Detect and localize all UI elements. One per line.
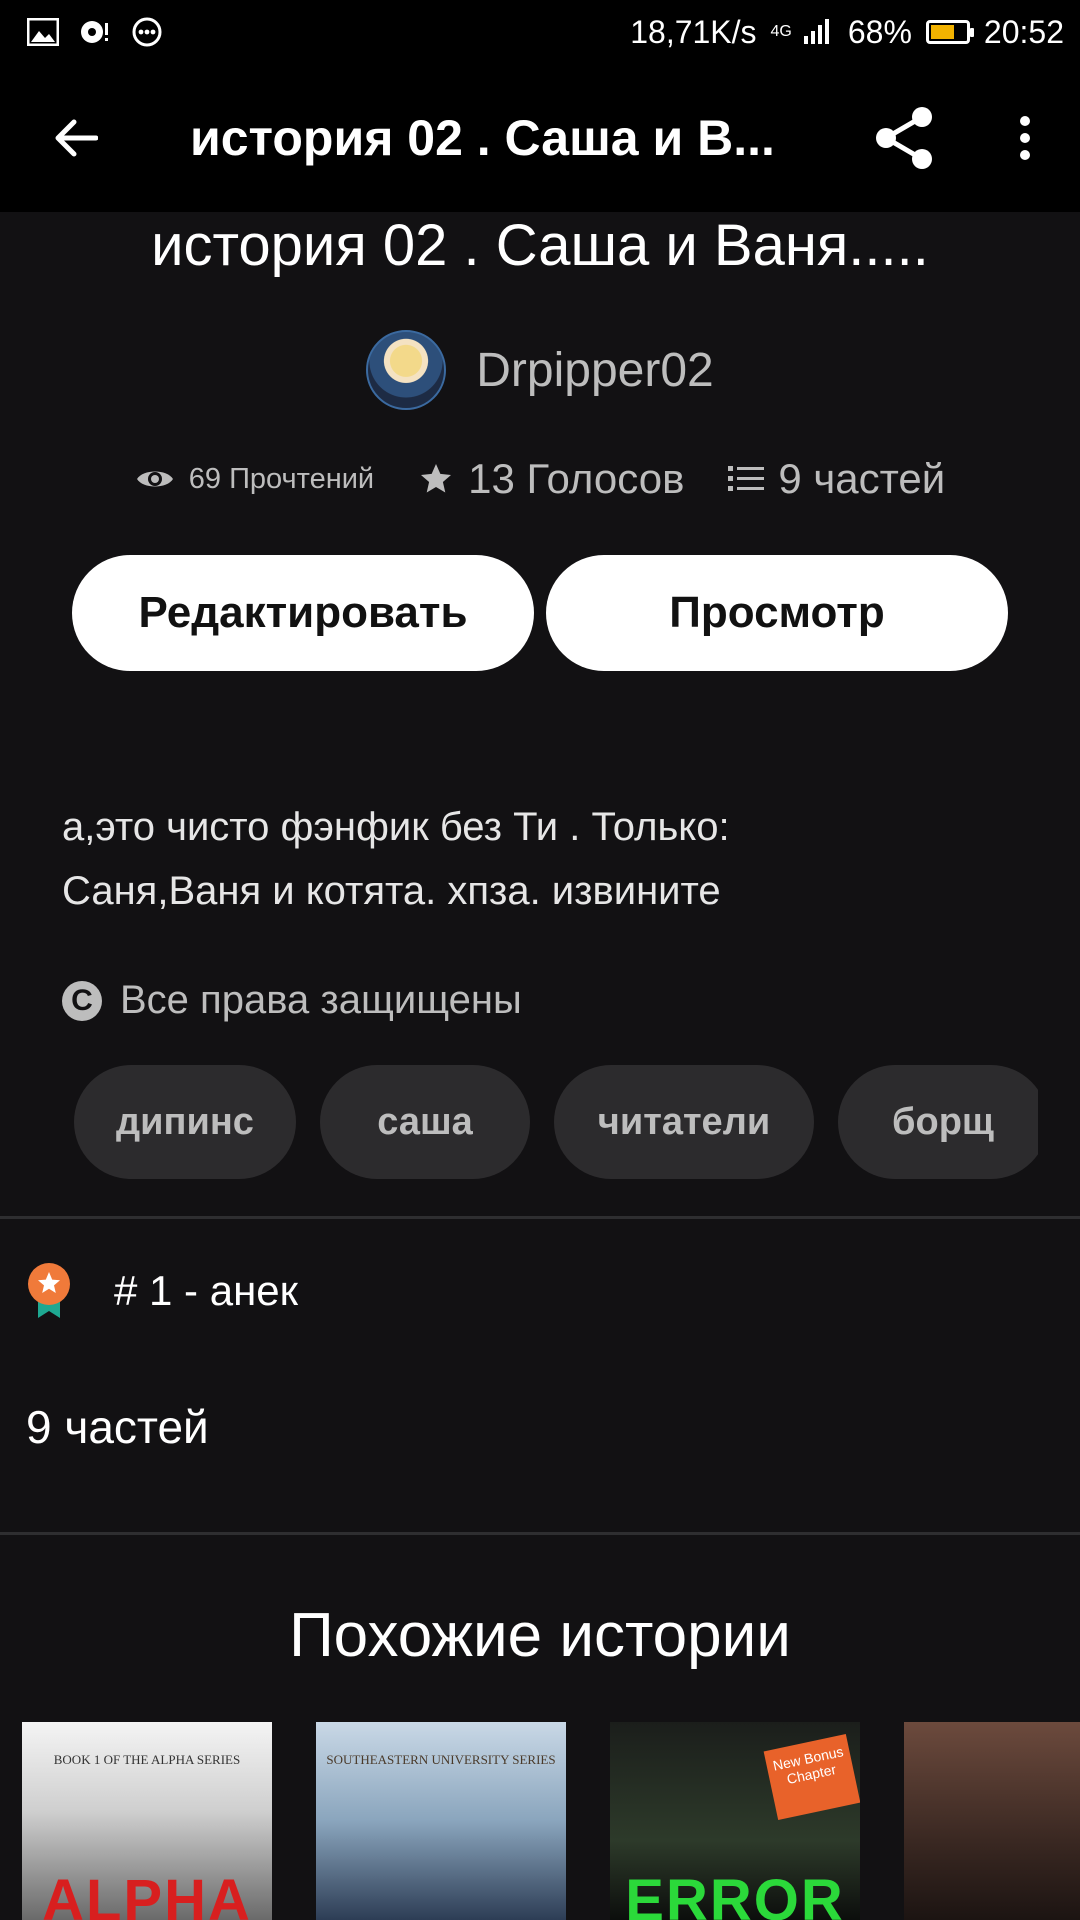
tag-chip[interactable]: борщ xyxy=(838,1065,1038,1179)
view-button[interactable]: Просмотр xyxy=(546,555,1008,671)
bonus-chapter-badge: New Bonus Chapter xyxy=(763,1734,860,1820)
parts-count[interactable]: 9 частей xyxy=(26,1400,209,1454)
status-bar: 18,71K/s 4G 68% 20:52 xyxy=(0,0,1080,64)
votes-count: 13 Голосов xyxy=(468,455,685,502)
similar-stories-list: BOOK 1 OF THE ALPHA SERIES ALPHA SOUTHEA… xyxy=(22,1722,1080,1920)
battery-percent: 68% xyxy=(847,13,912,50)
cover-series-text: SOUTHEASTERN UNIVERSITY SERIES xyxy=(326,1752,556,1767)
network-type: 4G xyxy=(770,23,792,40)
author-row[interactable]: Drpipper02 xyxy=(0,330,1080,410)
reads-stat: 69 Прочтений xyxy=(135,463,374,496)
avatar[interactable] xyxy=(366,330,447,410)
tag-chip[interactable]: читатели xyxy=(554,1065,814,1179)
chat-icon xyxy=(130,17,164,47)
tag-list: дипинс саша читатели борщ xyxy=(74,1065,1038,1179)
reads-count: 69 Прочтений xyxy=(188,462,375,495)
cover-title-text: ERROR xyxy=(625,1868,845,1920)
story-cover[interactable]: BOOK 1 OF THE ALPHA SERIES ALPHA xyxy=(22,1722,272,1920)
clock: 20:52 xyxy=(983,13,1064,50)
signal-icon xyxy=(800,17,834,47)
share-button[interactable] xyxy=(840,64,970,212)
app-bar: история 02 . Саша и В... xyxy=(0,64,1080,212)
parts-stat-count[interactable]: 9 частей xyxy=(778,455,945,503)
status-left xyxy=(26,17,164,47)
more-vertical-icon xyxy=(1020,116,1030,160)
votes-stat: 13 Голосов xyxy=(418,455,684,503)
app-bar-title: история 02 . Саша и В... xyxy=(190,110,775,166)
network-speed: 18,71K/s xyxy=(630,13,757,50)
more-options-button[interactable] xyxy=(970,64,1080,212)
action-buttons: Редактировать Просмотр xyxy=(72,555,1008,671)
mic-icon xyxy=(78,17,112,47)
story-title: история 02 . Саша и Ваня..... xyxy=(151,213,929,278)
description-line: Саня,Ваня и котята. хпза. извините xyxy=(62,869,721,913)
divider xyxy=(0,1216,1080,1219)
copyright-row: C Все права защищены xyxy=(62,978,522,1023)
tag-chip[interactable]: саша xyxy=(320,1065,530,1179)
edit-button[interactable]: Редактировать xyxy=(72,555,534,671)
star-icon xyxy=(421,464,452,493)
story-description: а,это чисто фэнфик без Ти . Только: Саня… xyxy=(62,795,1012,923)
story-cover[interactable]: New Bonus Chapter ERROR xyxy=(610,1722,860,1920)
copyright-text: Все права защищены xyxy=(120,978,522,1022)
battery-icon xyxy=(925,20,974,44)
cover-title-text: ALPHA xyxy=(42,1868,252,1920)
rank-row[interactable]: # 1 - анек xyxy=(26,1262,298,1320)
battery-fill xyxy=(930,25,955,39)
list-icon xyxy=(728,466,765,491)
story-cover[interactable]: SOUTHEASTERN UNIVERSITY SERIES xyxy=(316,1722,566,1920)
description-line: а,это чисто фэнфик без Ти . Только: xyxy=(62,805,730,849)
cover-series-text: BOOK 1 OF THE ALPHA SERIES xyxy=(53,1752,241,1767)
share-icon xyxy=(876,107,932,169)
image-icon xyxy=(26,17,60,47)
copyright-icon: C xyxy=(62,980,102,1021)
parts-stat[interactable]: 9 частей xyxy=(728,455,945,503)
award-ribbon-icon xyxy=(28,1263,70,1318)
story-stats: 69 Прочтений 13 Голосов 9 частей xyxy=(0,455,1080,503)
eye-icon xyxy=(136,471,173,487)
back-button[interactable] xyxy=(0,64,150,212)
story-cover[interactable] xyxy=(904,1722,1080,1920)
arrow-left-icon xyxy=(55,119,98,157)
divider xyxy=(0,1532,1080,1535)
similar-stories-title: Похожие истории xyxy=(289,1601,791,1670)
status-right: 18,71K/s 4G 68% 20:52 xyxy=(630,14,1064,51)
tag-chip[interactable]: дипинс xyxy=(74,1065,296,1179)
rank-text[interactable]: # 1 - анек xyxy=(114,1267,298,1315)
author-name[interactable]: Drpipper02 xyxy=(476,343,713,398)
